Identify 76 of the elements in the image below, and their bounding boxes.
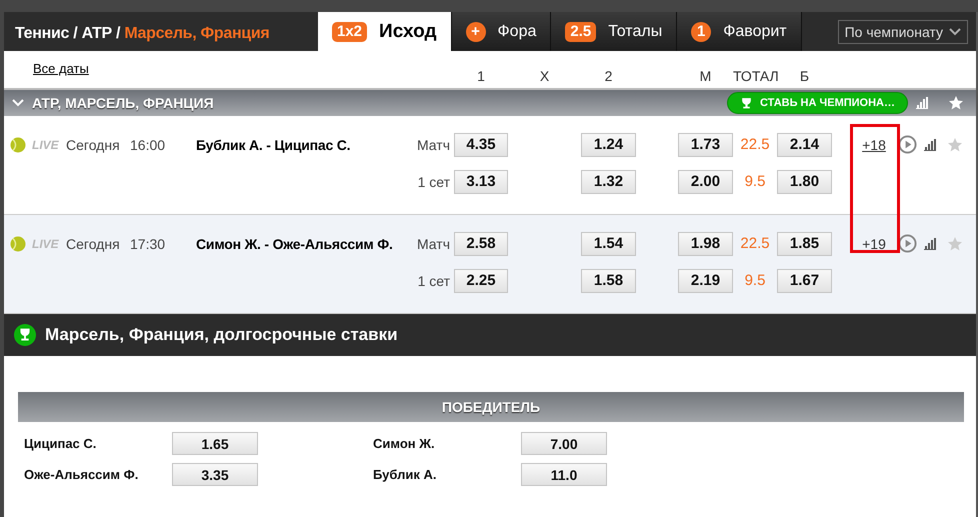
- bar-chart-icon[interactable]: [924, 238, 936, 250]
- market-tab[interactable]: 1x2 Исход: [318, 12, 452, 51]
- tab-badge: +: [466, 22, 486, 42]
- column-header: X: [538, 68, 550, 84]
- odds-button[interactable]: 2.25: [454, 268, 508, 292]
- player-name: Симон Ж.: [373, 436, 436, 451]
- column-header: 2: [604, 68, 614, 84]
- market-tab[interactable]: 2.5 Тоталы: [551, 12, 678, 51]
- event-players[interactable]: Симон Ж. - Оже-Альяссим Ф.: [196, 236, 396, 252]
- column-header: ТОТАЛ: [733, 68, 777, 84]
- live-label: LIVE: [32, 236, 60, 250]
- total-value: 9.5: [744, 272, 766, 289]
- all-dates-link[interactable]: Все даты: [33, 61, 396, 76]
- section-title: АТР, МАРСЕЛЬ, ФРАНЦИЯ: [32, 95, 214, 111]
- odds-button[interactable]: 3.13: [454, 170, 508, 194]
- tennis-ball-icon: [10, 136, 26, 152]
- odds-button[interactable]: 2.00: [678, 170, 733, 194]
- odds-button[interactable]: 11.0: [521, 463, 607, 486]
- total-value: 9.5: [744, 173, 766, 190]
- event-time: 16:00: [130, 136, 166, 152]
- breadcrumb: Теннис / АТР / Марсель, Франция: [14, 24, 270, 42]
- play-icon[interactable]: [898, 135, 916, 154]
- odds-button[interactable]: 1.32: [581, 170, 636, 194]
- odds-button[interactable]: 3.35: [172, 463, 258, 486]
- market-label: Матч: [416, 136, 450, 152]
- more-markets-link[interactable]: +19: [862, 236, 886, 252]
- odds-button[interactable]: 1.65: [172, 432, 258, 455]
- market-dropdown[interactable]: По чемпионату: [838, 20, 968, 44]
- market-title: ПОБЕДИТЕЛЬ: [18, 392, 964, 422]
- odds-button[interactable]: 1.80: [777, 170, 832, 194]
- odds-button[interactable]: 1.73: [678, 132, 733, 156]
- player-name: Оже-Альяссим Ф.: [24, 467, 140, 482]
- odds-button[interactable]: 1.98: [678, 232, 733, 256]
- live-label: LIVE: [32, 138, 60, 152]
- odds-button[interactable]: 2.19: [678, 268, 733, 292]
- market-label: 1 сет: [416, 174, 450, 190]
- total-value: 22.5: [739, 136, 771, 153]
- tab-badge: 1: [691, 22, 712, 42]
- tennis-ball-icon: [10, 236, 26, 252]
- star-icon[interactable]: [948, 95, 964, 111]
- tab-badge: 2.5: [565, 22, 596, 42]
- odds-button[interactable]: 1.85: [777, 232, 832, 256]
- chevron-down-icon[interactable]: [12, 99, 24, 107]
- total-value: 22.5: [739, 235, 771, 252]
- play-icon[interactable]: [898, 234, 916, 253]
- odds-button[interactable]: 4.35: [454, 132, 508, 156]
- trophy-icon: [740, 96, 754, 110]
- odds-button[interactable]: 2.58: [454, 232, 508, 256]
- column-header: 1: [476, 68, 486, 84]
- event-players[interactable]: Бублик А. - Циципас С.: [196, 136, 396, 152]
- more-markets-link[interactable]: +18: [862, 136, 886, 152]
- odds-button[interactable]: 1.54: [581, 232, 636, 256]
- tab-badge: 1x2: [332, 22, 368, 42]
- odds-button[interactable]: 1.67: [777, 268, 832, 292]
- bar-chart-icon[interactable]: [924, 138, 936, 150]
- player-name: Бублик А.: [373, 467, 438, 482]
- market-label: Матч: [416, 236, 450, 252]
- market-tab[interactable]: 1 Фаворит: [677, 12, 802, 51]
- longterm-title: Марсель, Франция, долгосрочные ставки: [45, 325, 398, 345]
- event-time: 17:30: [130, 236, 166, 252]
- odds-button[interactable]: 2.14: [777, 132, 832, 156]
- odds-button[interactable]: 7.00: [521, 432, 607, 455]
- column-header: Б: [798, 68, 810, 84]
- player-name: Циципас С.: [24, 436, 98, 451]
- column-header: М: [698, 68, 712, 84]
- market-tab[interactable]: + Фора: [452, 12, 552, 51]
- bar-chart-icon[interactable]: [916, 97, 928, 109]
- star-icon[interactable]: [947, 136, 963, 152]
- chevron-down-icon: [949, 28, 961, 36]
- trophy-icon: [14, 324, 36, 346]
- event-date: Сегодня: [66, 136, 121, 152]
- star-icon[interactable]: [947, 236, 963, 252]
- market-label: 1 сет: [416, 272, 450, 288]
- odds-button[interactable]: 1.24: [581, 132, 636, 156]
- event-date: Сегодня: [66, 236, 121, 252]
- odds-button[interactable]: 1.58: [581, 268, 636, 292]
